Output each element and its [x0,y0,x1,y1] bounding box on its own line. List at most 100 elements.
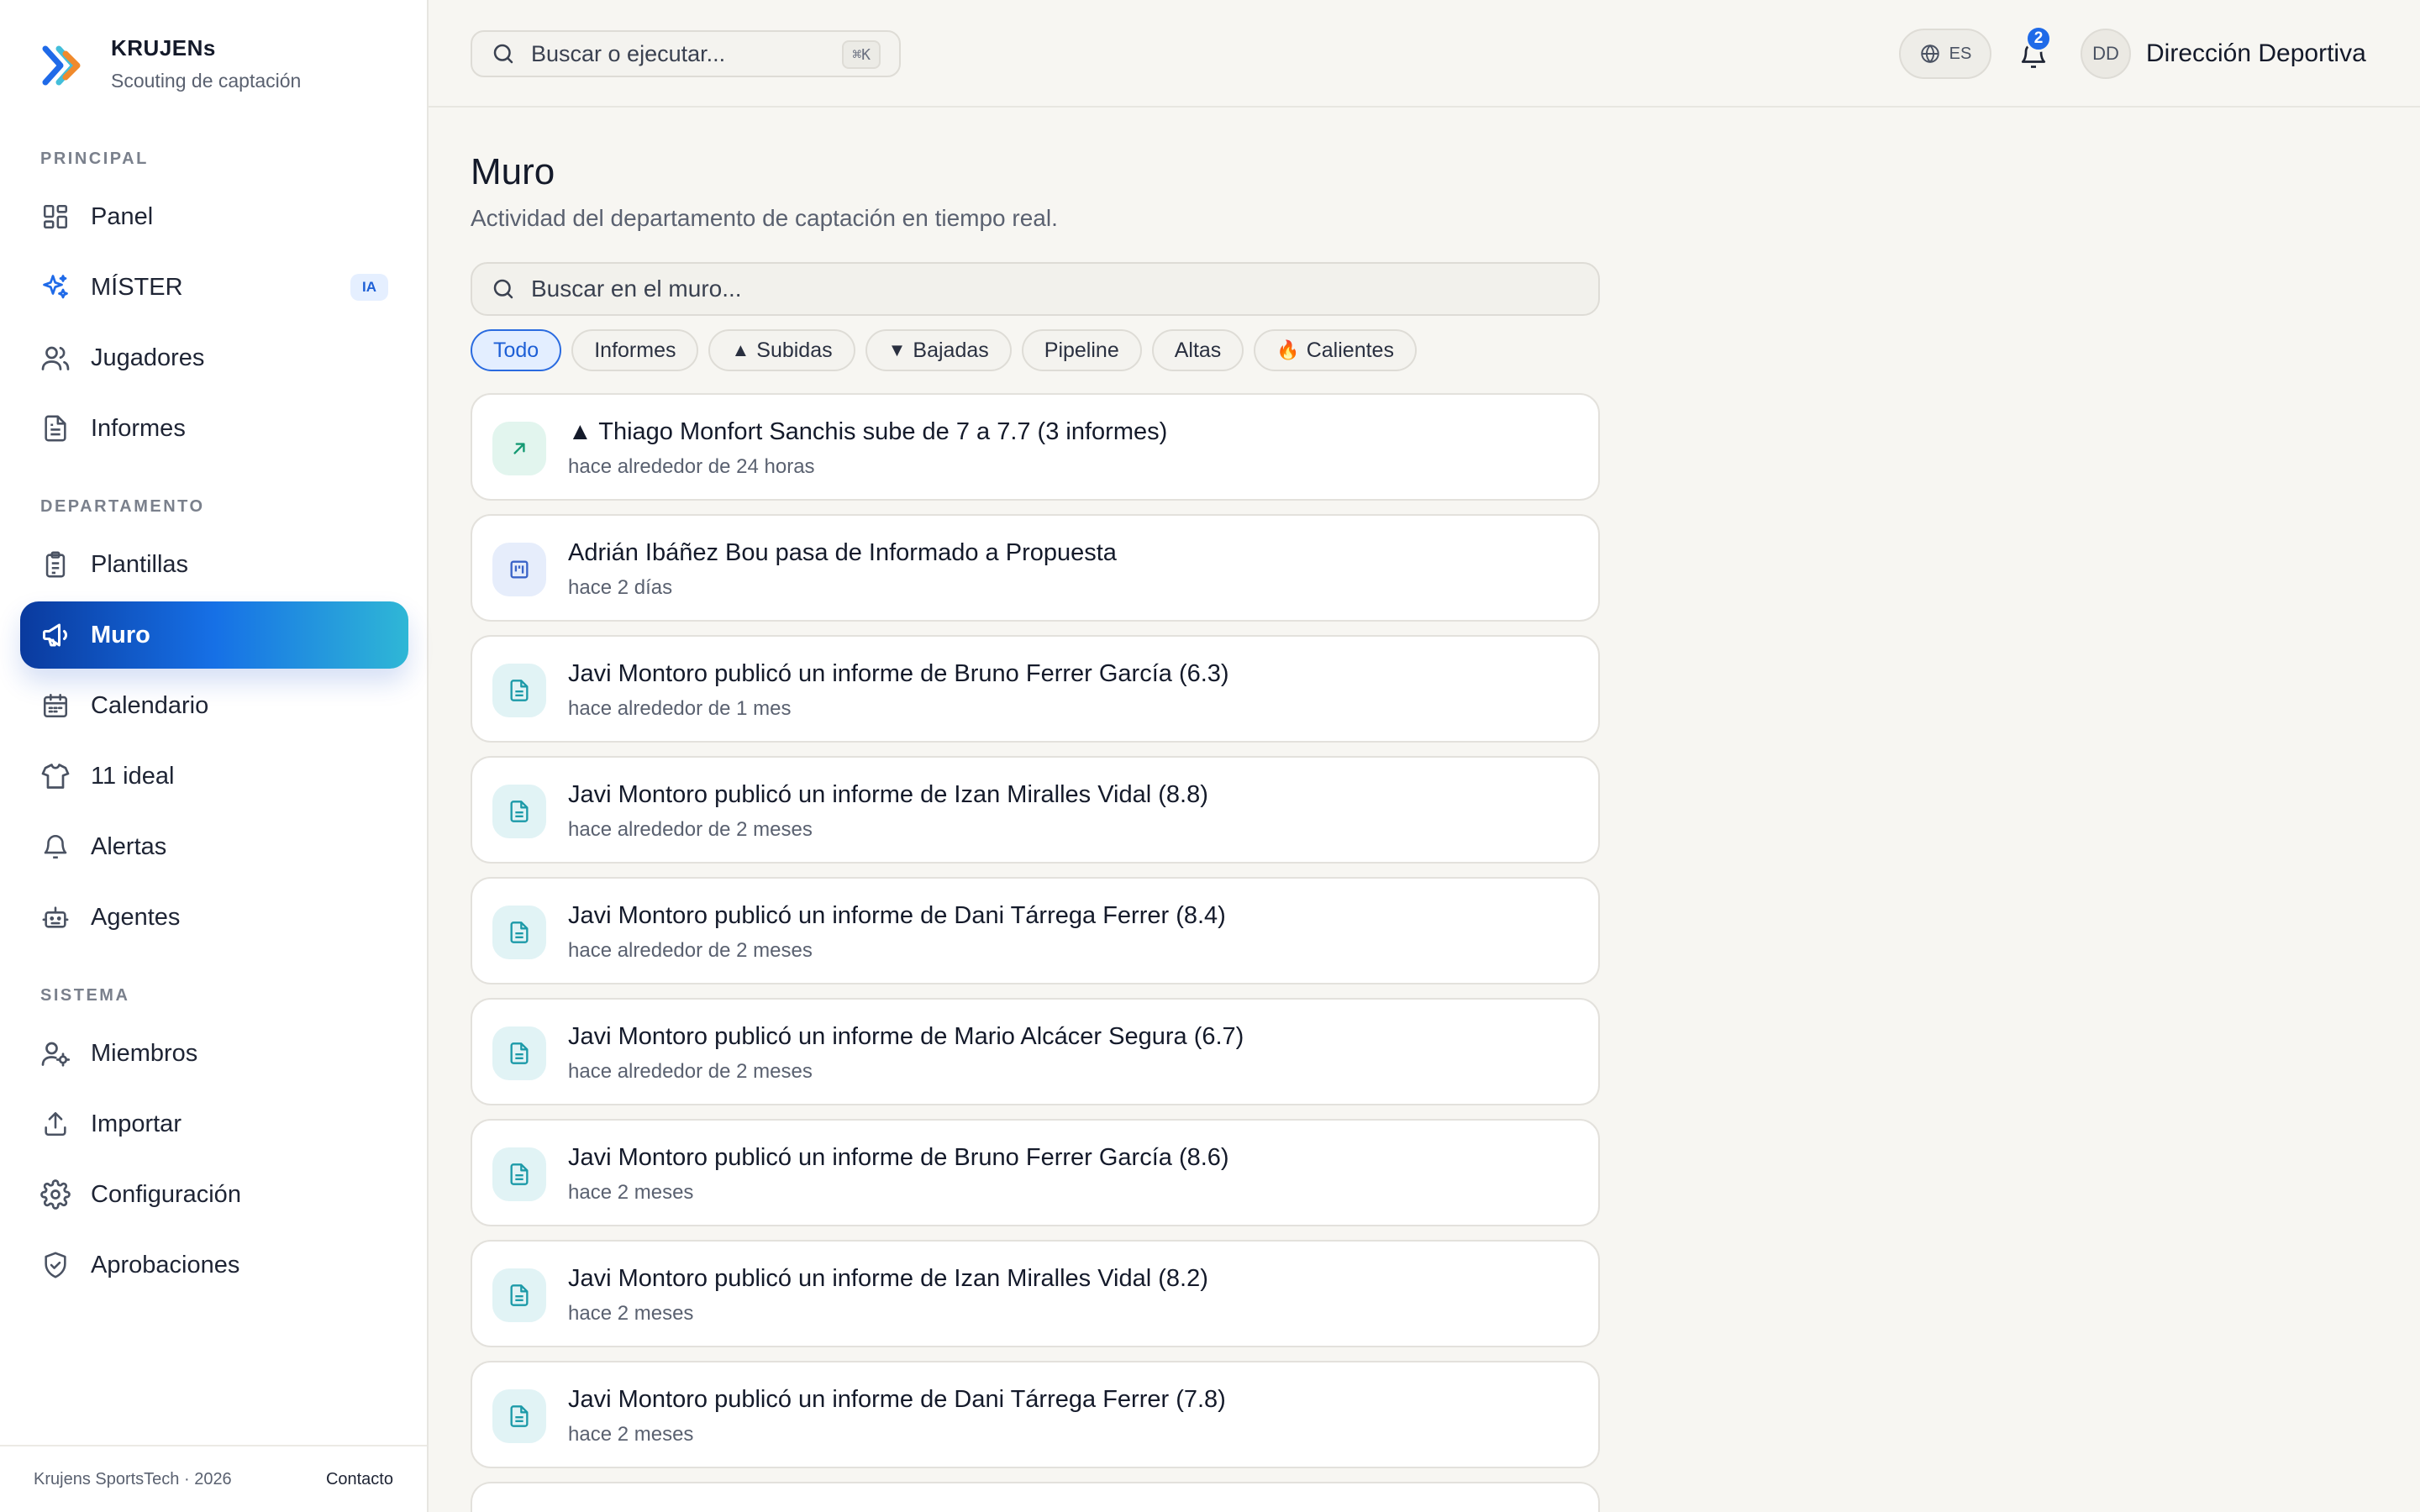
feed-item[interactable]: Javi Montoro publicó un informe de Dani … [471,1361,1600,1468]
grid-icon [40,202,71,232]
filter-chip-pipeline[interactable]: Pipeline [1021,329,1142,371]
clipboard-icon [40,549,71,580]
sidebar-item-mister[interactable]: MÍSTER IA [20,254,408,321]
krujens-logo-icon [42,45,81,86]
feed-item-time: hace 2 meses [568,1181,694,1204]
filter-chip-altas[interactable]: Altas [1151,329,1244,371]
filter-chip-subidas[interactable]: ▲ Subidas [708,329,855,371]
avatar: DD [2081,29,2131,79]
brand[interactable]: KRUJENs Scouting de captación [40,34,301,101]
sidebar-item-label: Plantillas [91,550,189,578]
feed-item[interactable]: Javi Montoro publicó un informe de Izan … [471,756,1600,864]
bot-icon [40,902,71,932]
feed-item-title: Javi Montoro publicó un informe de Izan … [568,781,1208,808]
sidebar-item-label: MÍSTER [91,273,183,301]
sidebar-item-muro[interactable]: Muro [20,601,408,669]
sidebar-item-label: Informes [91,414,186,442]
feed-item-time: hace alrededor de 2 meses [568,1060,813,1083]
notifications-button[interactable]: 2 [2008,25,2059,81]
feed-item-title: Adrián Ibáñez Bou pasa de Informado a Pr… [568,539,1117,566]
sidebar-item-miembros[interactable]: Miembros [20,1020,408,1087]
feed-item-title: Javi Montoro publicó un informe de Bruno… [568,660,1229,687]
sidebar-footer: Krujens SportsTech · 2026 Contacto [0,1445,427,1512]
filter-chip-todo[interactable]: Todo [471,329,562,371]
sidebar-item-importar[interactable]: Importar [20,1090,408,1158]
sidebar: KRUJENs Scouting de captación PRINCIPAL … [0,0,429,1512]
bell-icon [40,832,71,862]
filter-chip-label: Subidas [756,338,833,362]
sidebar-item-label: 11 ideal [91,762,175,790]
calendar-icon [40,690,71,721]
ai-badge: IA [350,274,388,301]
shortcut-hint: ⌘K [842,40,881,69]
wall-search-input[interactable]: Buscar en el muro... [471,262,1600,316]
copyright-text: Krujens SportsTech · 2026 [34,1469,232,1488]
filter-chip-label: Pipeline [1044,338,1119,362]
feed-item-title: Javi Montoro publicó un informe de Mario… [568,1023,1244,1050]
document-icon [40,413,71,444]
sidebar-item-label: Importar [91,1110,182,1137]
notifications-count-badge: 2 [2025,25,2052,52]
language-selector[interactable]: ES [1899,29,1991,79]
feed-item-time: hace 2 meses [568,1423,694,1446]
sidebar-item-jugadores[interactable]: Jugadores [20,324,408,391]
feed-item[interactable]: Adrián Ibáñez Bou pasa de Informado a Pr… [471,514,1600,622]
feed-item[interactable]: Javi Montoro publicó un informe de Dani … [471,877,1600,984]
filter-chip-calientes[interactable]: 🔥 Calientes [1254,329,1417,371]
sidebar-item-configuracion[interactable]: Configuración [20,1161,408,1228]
search-icon [493,279,513,299]
sidebar-item-11-ideal[interactable]: 11 ideal [20,743,408,810]
feed-item[interactable] [471,1482,1600,1512]
filter-chip-informes[interactable]: Informes [571,329,699,371]
contact-link[interactable]: Contacto [326,1470,393,1489]
feed-item-time: hace alrededor de 24 horas [568,455,815,478]
language-code: ES [1949,44,1972,63]
sidebar-item-calendario[interactable]: Calendario [20,672,408,739]
section-label-principal: PRINCIPAL [40,150,149,168]
feed-item-title: Javi Montoro publicó un informe de Izan … [568,1265,1208,1292]
sidebar-item-aprobaciones[interactable]: Aprobaciones [20,1231,408,1299]
feed-item[interactable]: Javi Montoro publicó un informe de Bruno… [471,635,1600,743]
feed-item[interactable]: ▲ Thiago Monfort Sanchis sube de 7 a 7.7… [471,393,1600,501]
feed-item[interactable]: Javi Montoro publicó un informe de Mario… [471,998,1600,1105]
filter-chip-label: Calientes [1306,338,1394,362]
triangle-up-icon: ▲ [731,339,750,360]
arrow-up-right-icon [492,422,546,475]
globe-icon [1920,44,1939,64]
report-icon [492,906,546,959]
feed-item[interactable]: Javi Montoro publicó un informe de Izan … [471,1240,1600,1347]
users-icon [40,343,71,373]
wall-search-placeholder: Buscar en el muro... [531,276,742,302]
sidebar-item-label: Panel [91,202,154,230]
feed-item-title: Javi Montoro publicó un informe de Dani … [568,902,1226,929]
feed-item-time: hace alrededor de 1 mes [568,697,792,720]
topbar: Buscar o ejecutar... ⌘K ES 2 DD Direcció… [429,0,2420,108]
filter-chip-label: Bajadas [913,338,989,362]
user-menu[interactable]: DD Dirección Deportiva [2081,29,2366,79]
brand-subtitle: Scouting de captación [111,70,302,92]
sidebar-item-label: Alertas [91,832,167,860]
triangle-down-icon: ▼ [887,339,907,360]
command-search-input[interactable]: Buscar o ejecutar... ⌘K [471,30,901,77]
feed-item-time: hace 2 meses [568,1302,694,1325]
sidebar-item-label: Muro [91,621,150,648]
megaphone-icon [40,620,71,650]
sidebar-item-agentes[interactable]: Agentes [20,884,408,951]
sidebar-item-alertas[interactable]: Alertas [20,813,408,880]
feed-item-time: hace 2 días [568,576,673,599]
filter-chip-bajadas[interactable]: ▼ Bajadas [865,329,1012,371]
feed-item-time: hace alrededor de 2 meses [568,939,813,962]
sidebar-item-plantillas[interactable]: Plantillas [20,531,408,598]
sidebar-item-label: Jugadores [91,344,205,371]
fire-icon: 🔥 [1276,339,1300,360]
filter-chips: Todo Informes ▲ Subidas ▼ Bajadas Pipeline… [471,329,1417,371]
sidebar-item-panel[interactable]: Panel [20,183,408,250]
search-icon [493,44,513,64]
sidebar-item-label: Miembros [91,1039,198,1067]
section-label-sistema: SISTEMA [40,986,130,1005]
sidebar-item-label: Agentes [91,903,181,931]
user-name: Dirección Deportiva [2146,39,2366,67]
feed-item[interactable]: Javi Montoro publicó un informe de Bruno… [471,1119,1600,1226]
sparkles-icon [40,272,71,302]
sidebar-item-informes[interactable]: Informes [20,395,408,462]
